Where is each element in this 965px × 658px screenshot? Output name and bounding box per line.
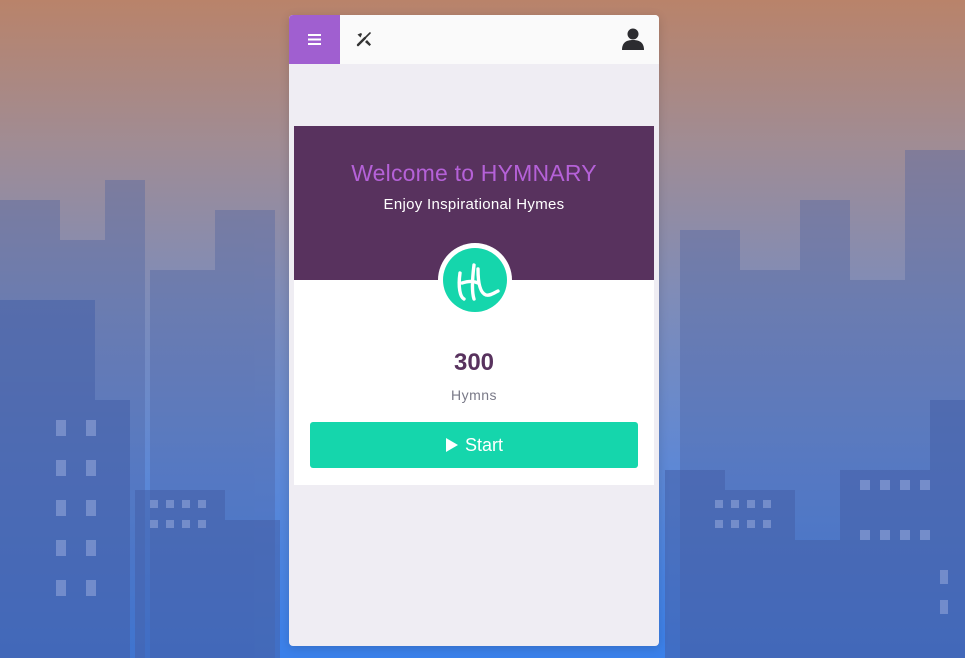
user-account-button[interactable] [619, 25, 647, 53]
app-logo [438, 243, 512, 317]
app-window: Welcome to HYMNARY Enjoy Inspirational H… [289, 15, 659, 646]
welcome-title: Welcome to HYMNARY [351, 160, 597, 186]
menu-button[interactable] [289, 15, 340, 64]
start-button[interactable]: Start [310, 422, 638, 468]
tools-icon [356, 32, 371, 47]
play-icon [445, 438, 458, 452]
user-icon [622, 28, 644, 50]
welcome-subtitle: Enjoy Inspirational Hymes [383, 196, 565, 213]
hymn-count-label: Hymns [450, 387, 498, 403]
hymn-count: 300 [453, 349, 495, 376]
top-nav-bar [289, 15, 659, 64]
welcome-card: Welcome to HYMNARY Enjoy Inspirational H… [294, 126, 654, 485]
tools-button[interactable] [352, 27, 376, 51]
hymnary-logo-icon [443, 248, 507, 312]
menu-icon [308, 34, 321, 45]
start-button-label: Start [464, 434, 503, 455]
